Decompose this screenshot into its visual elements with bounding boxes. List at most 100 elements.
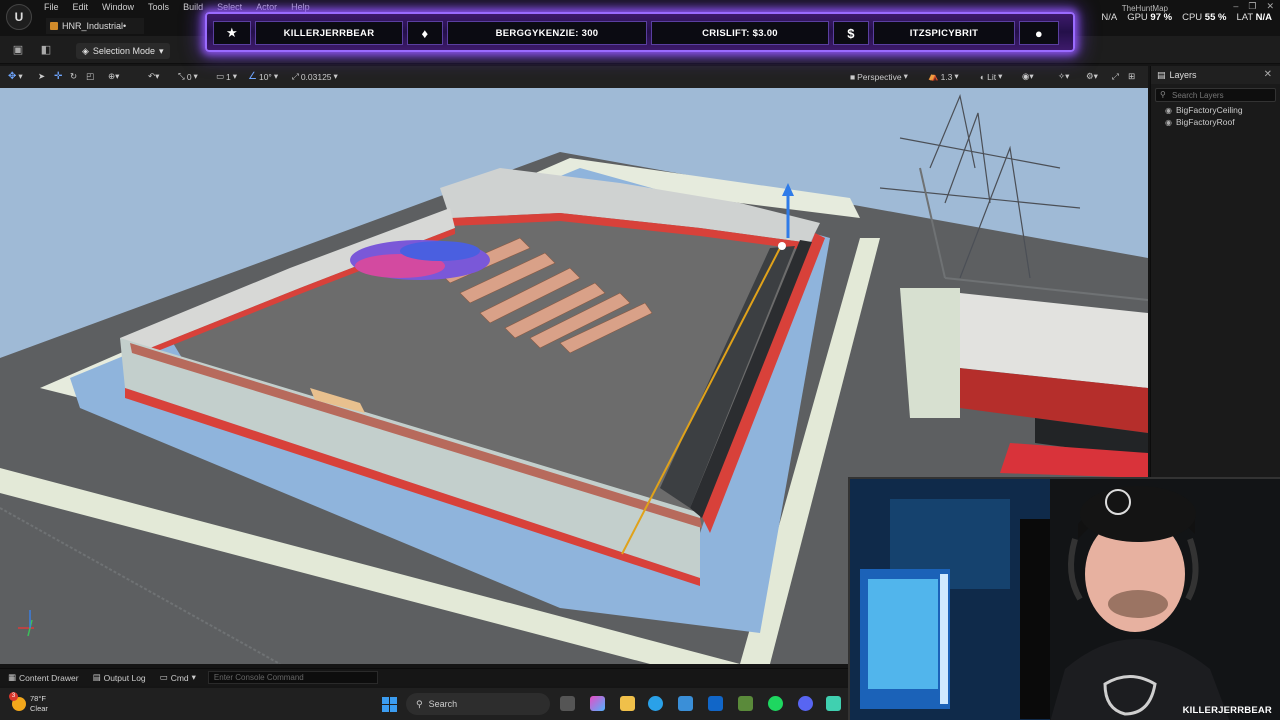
grid-size-icon: ⤢ [292,71,299,81]
weather-condition: Clear [30,704,48,713]
sun-icon: 3 [9,692,26,711]
rotate-snap-value: 0 [186,71,192,82]
file-explorer-icon[interactable] [620,696,635,711]
angle-snap-toggle[interactable]: ∠ 10° ▾ [248,71,278,82]
discord-icon[interactable] [798,696,813,711]
layer-row[interactable]: ◉ BigFactoryCeiling [1151,104,1280,116]
select-tool-icon[interactable]: ➤ [38,71,45,82]
cmd-dropdown[interactable]: ▭ Cmd ▾ [160,672,196,683]
output-log-icon: ▤ [92,672,101,682]
gear-icon[interactable]: ⚙▾ [1086,71,1098,82]
gpu-label: GPU [1127,12,1148,23]
cmd-label: Cmd [170,672,189,683]
search-icon: ⚲ [416,698,423,709]
lighting-label: Lit [987,71,997,82]
layout-icon[interactable]: ⊞ [1128,71,1135,82]
webcam-name-label: KILLERJERRBEAR [1182,705,1272,716]
lighting-dropdown[interactable]: ◐ Lit ▾ [980,71,1002,82]
banner-follower: KILLERJERRBEAR [255,21,403,45]
menu-help[interactable]: Help [291,2,310,12]
rotate-snap-toggle[interactable]: ⤡ 0 ▾ [178,71,198,82]
angle-snap-icon: ∠ [248,71,257,82]
translate-tool-icon[interactable]: ✛ [54,71,62,82]
maximize-icon[interactable]: ❐ [1248,1,1256,12]
surface-snap-icon[interactable]: ↶▾ [148,71,159,82]
menu-window[interactable]: Window [102,2,134,12]
angle-snap-value: 10° [258,71,272,82]
tab-level[interactable]: HNR_Industrial• [46,18,145,34]
scale-snap-icon: ▭ [216,71,225,81]
output-log-button[interactable]: ▤ Output Log [93,672,146,683]
tab-level-label: HNR_Industrial• [62,21,127,31]
menu-select[interactable]: Select [217,2,242,12]
app-icon[interactable] [826,696,841,711]
viewport-toolbar: ✥ ▾ ➤ ✛ ↻ ◰ ⊕▾ ↶▾ ⤡ 0 ▾ ▭ 1 ▾ ∠ 10° ▾ ⤢ 0.03125 ▾… [0,66,1148,88]
menu-actor[interactable]: Actor [256,2,277,12]
outlook-icon[interactable] [708,696,723,711]
lat-label: LAT [1236,12,1253,23]
taskbar-search[interactable]: ⚲ Search [406,693,550,715]
windows-taskbar: 3 78°F Clear ⚲ Search [0,688,850,720]
scale-snap-toggle[interactable]: ▭ 1 ▾ [216,71,237,82]
selection-mode-dropdown[interactable]: ◈ Selection Mode ▾ [76,43,170,59]
grid-size-value: 0.03125 [300,71,332,82]
menu-tools[interactable]: Tools [148,2,169,12]
task-view-icon[interactable] [560,696,575,711]
lit-icon: ◐ [980,71,986,82]
restore-icon[interactable]: ⤢ [1112,71,1119,82]
layer-row[interactable]: ◉ BigFactoryRoof [1151,116,1280,128]
grid-size-toggle[interactable]: ⤢ 0.03125 ▾ [292,71,338,82]
layer-label: BigFactoryCeiling [1175,105,1243,115]
main-menu: File Edit Window Tools Build Select Acto… [44,2,324,12]
menu-file[interactable]: File [44,2,59,12]
webcam-overlay: KILLERJERRBEAR [848,477,1280,720]
content-drawer-icon: ▦ [8,672,17,682]
console-command-input[interactable]: Enter Console Command [207,671,378,684]
content-drawer-label: Content Drawer [19,672,79,683]
unreal-logo-icon[interactable]: U [6,4,32,30]
menu-edit[interactable]: Edit [73,2,89,12]
minecraft-icon[interactable] [738,696,753,711]
save-icon[interactable]: ▣ [12,44,24,56]
show-flags-icon[interactable]: ◉▾ [1022,71,1034,82]
na-readout: N/A [1101,12,1118,23]
rotate-tool-icon[interactable]: ↻ [70,71,77,82]
scale-tool-icon[interactable]: ◰ [86,71,94,82]
edge-icon[interactable] [648,696,663,711]
camera-speed-value: 1.3 [940,71,953,82]
selection-mode-icon: ◈ [82,45,89,56]
transform-menu-icon[interactable]: ✥ ▾ [8,71,23,82]
drop-icon: ♦ [407,21,443,45]
selection-mode-label: Selection Mode [92,46,155,56]
scale-snap-value: 1 [226,71,231,82]
view-mode-label: Perspective [857,71,902,82]
close-icon[interactable]: ✕ [1264,69,1272,80]
layers-title: Layers [1169,70,1197,80]
settings-wand-icon[interactable]: ✧▾ [1058,71,1069,82]
store-icon[interactable] [678,696,693,711]
layers-search-input[interactable]: ⚲ Search Layers [1155,88,1276,102]
menu-build[interactable]: Build [183,2,203,12]
weather-widget[interactable]: 3 78°F Clear [9,692,48,714]
close-icon[interactable]: ✕ [1266,1,1274,12]
copilot-icon[interactable] [590,696,605,711]
gpu-value: 97 % [1150,12,1173,23]
camera-speed-dropdown[interactable]: ⛺ 1.3 ▾ [928,71,959,82]
minimize-icon[interactable]: – [1233,1,1238,12]
performance-readout: N/A GPU 97 % CPU 55 % LAT N/A [1101,12,1272,23]
spotify-icon[interactable] [768,696,783,711]
cpu-label: CPU [1182,12,1203,23]
content-drawer-button[interactable]: ▦ Content Drawer [8,672,79,683]
rotate-snap-icon: ⤡ [178,71,185,81]
stream-alert-banner: ★ KILLERJERRBEAR ♦ BERGGYKENZIE: 300 CRI… [205,12,1075,52]
banner-subscriber: ITZSPICYBRIT [873,21,1015,45]
window-controls: – ❐ ✕ [1233,1,1274,12]
windows-start-icon[interactable] [382,697,397,712]
world-space-icon[interactable]: ⊕▾ [108,71,119,82]
eye-icon[interactable]: ◉ [1165,118,1172,127]
perspective-dropdown[interactable]: ■ Perspective ▾ [850,71,908,82]
browse-icon[interactable]: ◧ [40,44,52,56]
eye-icon[interactable]: ◉ [1165,106,1172,115]
cmd-icon: ▭ [159,672,168,682]
star-icon: ★ [213,21,251,45]
